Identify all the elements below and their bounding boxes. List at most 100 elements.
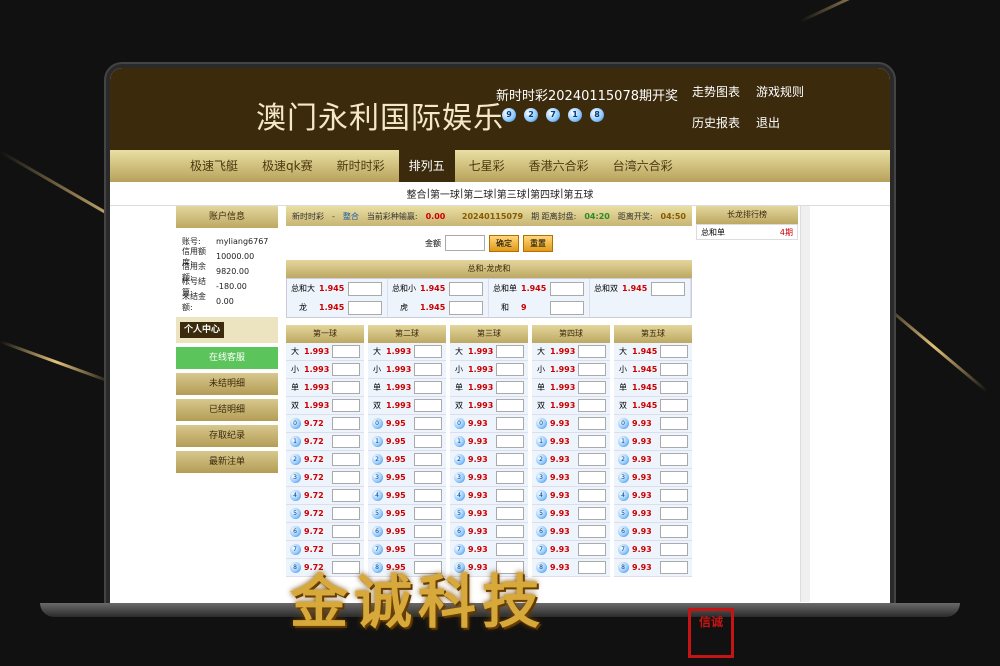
bet-input[interactable] (578, 363, 606, 376)
bet-input[interactable] (332, 453, 360, 466)
dragon-value: 4期 (779, 227, 793, 237)
nav-item[interactable]: 极速qk赛 (252, 150, 323, 182)
digit-ball-icon: 5 (535, 508, 547, 519)
confirm-button[interactable]: 确定 (489, 234, 519, 252)
bet-input[interactable] (496, 417, 524, 430)
nav-item[interactable]: 台湾六合彩 (603, 150, 683, 182)
bet-input[interactable] (578, 453, 606, 466)
bet-input[interactable] (660, 345, 688, 358)
bet-input[interactable] (496, 345, 524, 358)
nav-item[interactable]: 极速飞艇 (180, 150, 248, 182)
bet-input[interactable] (578, 525, 606, 538)
menu-item[interactable]: 未结明细 (176, 373, 278, 395)
header-link[interactable]: 退出 (756, 114, 820, 131)
bet-input[interactable] (449, 300, 483, 315)
bet-input[interactable] (332, 471, 360, 484)
nav-item[interactable]: 排列五 (398, 150, 455, 182)
bet-input[interactable] (332, 381, 360, 394)
bet-input[interactable] (578, 507, 606, 520)
bet-input[interactable] (578, 417, 606, 430)
bet-input[interactable] (660, 561, 688, 574)
bet-input[interactable] (449, 281, 483, 296)
bet-input[interactable] (550, 281, 584, 296)
subnav-link[interactable]: 第二球 (463, 186, 493, 201)
menu-item[interactable]: 最新注单 (176, 451, 278, 473)
bet-input[interactable] (496, 471, 524, 484)
bet-input[interactable] (578, 489, 606, 502)
bet-input[interactable] (332, 507, 360, 520)
nav-item[interactable]: 香港六合彩 (519, 150, 599, 182)
subnav-link[interactable]: 整合 (407, 186, 427, 201)
bet-input[interactable] (496, 525, 524, 538)
bet-input[interactable] (578, 399, 606, 412)
subnav-link[interactable]: 第一球 (430, 186, 460, 201)
bet-input[interactable] (414, 363, 442, 376)
bet-input[interactable] (414, 489, 442, 502)
bet-input[interactable] (332, 435, 360, 448)
bet-input[interactable] (660, 507, 688, 520)
bet-input[interactable] (496, 399, 524, 412)
bet-input[interactable] (578, 561, 606, 574)
sum-odds: 1.945 (420, 284, 446, 293)
bet-input[interactable] (414, 435, 442, 448)
bet-input[interactable] (660, 525, 688, 538)
bet-input[interactable] (332, 489, 360, 502)
bet-input[interactable] (414, 417, 442, 430)
bet-input[interactable] (332, 399, 360, 412)
bet-input[interactable] (414, 525, 442, 538)
bet-input[interactable] (348, 300, 382, 315)
reset-button[interactable]: 重置 (523, 234, 553, 252)
nav-item[interactable]: 新时时彩 (327, 150, 395, 182)
bet-input[interactable] (414, 471, 442, 484)
bet-input[interactable] (496, 453, 524, 466)
digit-label: 2 (532, 454, 550, 465)
bet-input[interactable] (660, 435, 688, 448)
header-link[interactable]: 游戏规则 (756, 83, 820, 100)
amount-input[interactable] (445, 235, 485, 251)
nav-item[interactable]: 七星彩 (459, 150, 515, 182)
bet-input[interactable] (496, 435, 524, 448)
bet-input[interactable] (651, 281, 685, 296)
bet-input[interactable] (660, 453, 688, 466)
bet-input[interactable] (332, 363, 360, 376)
bet-input[interactable] (578, 435, 606, 448)
bet-input[interactable] (550, 300, 584, 315)
bet-input[interactable] (496, 381, 524, 394)
subnav-link[interactable]: 第三球 (497, 186, 527, 201)
bet-input[interactable] (414, 399, 442, 412)
menu-item[interactable]: 在线客服 (176, 347, 278, 369)
bet-input[interactable] (332, 345, 360, 358)
header-link[interactable]: 走势图表 (692, 83, 756, 100)
bet-input[interactable] (660, 381, 688, 394)
bet-input[interactable] (496, 507, 524, 520)
bet-input[interactable] (660, 417, 688, 430)
column-title: 第三球 (450, 325, 528, 343)
bet-input[interactable] (660, 543, 688, 556)
mode-link[interactable]: 整合 (343, 211, 359, 222)
subnav-link[interactable]: 第四球 (530, 186, 560, 201)
menu-item[interactable]: 已结明细 (176, 399, 278, 421)
bet-input[interactable] (348, 281, 382, 296)
bet-input[interactable] (332, 525, 360, 538)
bet-input[interactable] (578, 381, 606, 394)
bet-input[interactable] (578, 543, 606, 556)
bet-input[interactable] (660, 363, 688, 376)
menu-item[interactable]: 存取纪录 (176, 425, 278, 447)
bet-input[interactable] (660, 471, 688, 484)
bet-input[interactable] (414, 381, 442, 394)
bet-input[interactable] (332, 417, 360, 430)
bet-input[interactable] (496, 489, 524, 502)
bet-input[interactable] (496, 363, 524, 376)
scrollbar[interactable] (800, 206, 810, 602)
bet-input[interactable] (578, 345, 606, 358)
bet-input[interactable] (414, 345, 442, 358)
bet-input[interactable] (414, 453, 442, 466)
bet-input[interactable] (660, 489, 688, 502)
bet-input[interactable] (578, 471, 606, 484)
subnav-link[interactable]: 第五球 (563, 186, 593, 201)
screen: 澳门永利国际娱乐 新时时彩20240115078期开奖 92718 走势图表 游戏… (110, 68, 890, 604)
bet-input[interactable] (660, 399, 688, 412)
bet-input[interactable] (414, 507, 442, 520)
digit-ball-icon: 2 (617, 454, 629, 465)
header-link[interactable]: 历史报表 (692, 114, 756, 131)
